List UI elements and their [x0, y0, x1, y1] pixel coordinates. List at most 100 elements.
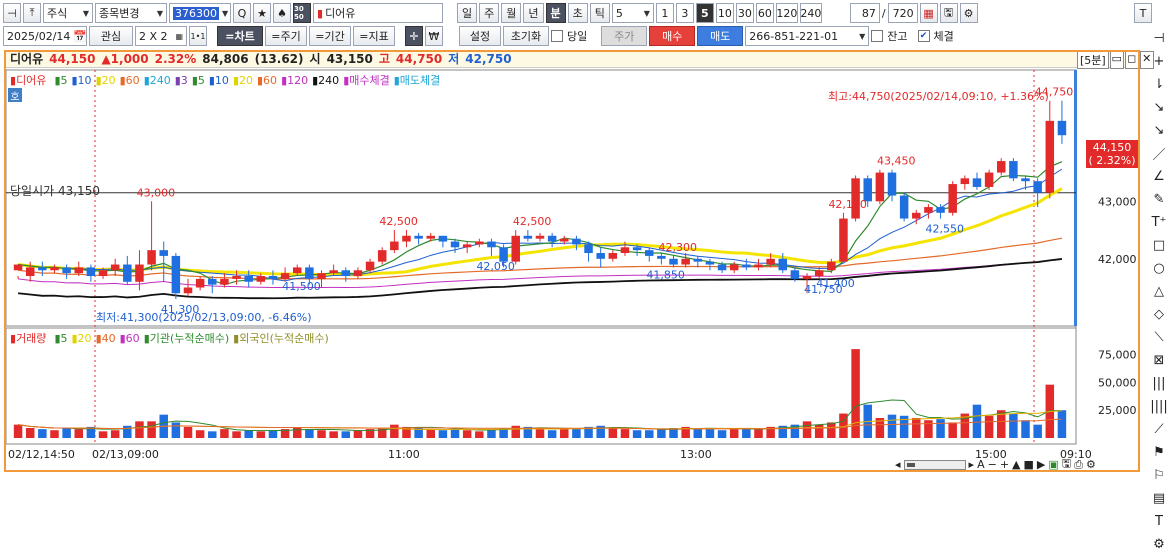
- excel-icon[interactable]: ▣: [1048, 458, 1058, 471]
- zoom-in-icon[interactable]: +: [1000, 458, 1009, 471]
- volume-bar: [827, 422, 836, 438]
- candle: [1021, 178, 1030, 182]
- candle: [280, 273, 290, 279]
- volume-bar: [341, 431, 351, 438]
- scroll-right-icon[interactable]: ▸: [969, 458, 975, 471]
- candle: [560, 238, 569, 242]
- zoom-out-icon[interactable]: −: [988, 458, 997, 471]
- candle: [996, 161, 1006, 173]
- volume-bar: [644, 430, 654, 438]
- volume-axis-label: 75,000: [1098, 349, 1137, 362]
- drawing-tool-8-icon[interactable]: T⁺: [1148, 212, 1170, 233]
- volume-bar: [535, 429, 545, 438]
- drawing-tool-12-icon[interactable]: ◇: [1148, 304, 1170, 325]
- drawing-tool-3-icon[interactable]: ↘: [1148, 97, 1170, 118]
- drawing-tool-11-icon[interactable]: △: [1148, 281, 1170, 302]
- drawing-tool-20-icon[interactable]: ▤: [1148, 488, 1170, 509]
- candle: [936, 207, 945, 213]
- volume-bar: [110, 430, 120, 438]
- drawing-tool-7-icon[interactable]: ✎: [1148, 189, 1170, 210]
- volume-bar: [924, 420, 933, 438]
- drawing-tool-1-icon[interactable]: +: [1148, 51, 1170, 72]
- volume-bar: [608, 428, 618, 438]
- zoom-a-icon[interactable]: A: [977, 458, 985, 471]
- settings-small-icon[interactable]: ⚙: [1086, 458, 1096, 471]
- drawing-tool-10-icon[interactable]: ○: [1148, 258, 1170, 279]
- volume-bar: [135, 421, 144, 438]
- stop-icon[interactable]: ■: [1024, 458, 1034, 471]
- candle: [268, 276, 278, 279]
- candle: [86, 267, 96, 277]
- candle: [754, 264, 763, 268]
- volume-axis-label: 25,000: [1098, 404, 1137, 417]
- drawing-tool-6-icon[interactable]: ∠: [1148, 166, 1170, 187]
- scroll-track[interactable]: [903, 459, 966, 470]
- current-price-tag: 44,150 ( 2.32%): [1086, 140, 1138, 168]
- candle: [608, 253, 618, 259]
- drawing-tool-4-icon[interactable]: ↘: [1148, 120, 1170, 141]
- drawing-tool-9-icon[interactable]: □: [1148, 235, 1170, 256]
- price-axis-label: 42,000: [1098, 253, 1137, 266]
- candle: [827, 261, 836, 271]
- print-icon[interactable]: ⎙: [1074, 458, 1083, 472]
- x-axis-label: 13:00: [680, 448, 712, 461]
- candle: [596, 253, 605, 259]
- candle: [523, 235, 533, 239]
- drawing-tool-2-icon[interactable]: ⇂: [1148, 74, 1170, 95]
- candle: [329, 270, 338, 274]
- volume-bar: [717, 430, 727, 438]
- volume-bar: [50, 430, 59, 438]
- scroll-left-icon[interactable]: ◂: [895, 458, 901, 471]
- volume-bar: [305, 429, 314, 438]
- drawing-tool-5-icon[interactable]: ／: [1148, 143, 1170, 164]
- chart-scrollbar[interactable]: ◂ ▸ A − + ▲ ■ ▶ ▣ 🖫 ⎙ ⚙: [895, 455, 1096, 474]
- drawing-tool-18-icon[interactable]: ⚑: [1148, 442, 1170, 463]
- low-note: 최저:41,300(2025/02/13,09:00, -6.46%): [96, 311, 312, 324]
- candle: [232, 276, 241, 279]
- price-axis-label: 43,000: [1098, 195, 1137, 208]
- peak-label: 43,000: [137, 186, 176, 199]
- drawing-tool-13-icon[interactable]: ⟍: [1148, 327, 1170, 348]
- drawing-tool-22-icon[interactable]: ⚙: [1148, 534, 1170, 555]
- volume-bar: [475, 431, 484, 438]
- candle: [924, 207, 933, 213]
- volume-bar: [742, 428, 751, 438]
- scroll-thumb[interactable]: [906, 462, 915, 467]
- candle: [948, 184, 957, 213]
- trough-label: 41,500: [282, 280, 321, 293]
- volume-bar: [25, 428, 35, 438]
- candle: [802, 276, 812, 279]
- candle: [38, 267, 47, 271]
- volume-bar: [814, 424, 824, 438]
- trough-label: 41,400: [816, 277, 855, 290]
- candle: [50, 267, 59, 271]
- current-price-value: 44,150: [1092, 141, 1132, 154]
- drawing-tool-14-icon[interactable]: ⊠: [1148, 350, 1170, 371]
- candle: [766, 258, 775, 265]
- drawing-tool-17-icon[interactable]: ⟋: [1148, 419, 1170, 440]
- drawing-tool-15-icon[interactable]: |||: [1148, 373, 1170, 394]
- drawing-tool-21-icon[interactable]: T: [1148, 511, 1170, 532]
- candle: [705, 261, 715, 265]
- candle: [742, 264, 751, 268]
- scroll-up-icon[interactable]: ▲: [1012, 458, 1020, 471]
- volume-bar: [450, 429, 460, 438]
- volume-bar: [462, 430, 472, 438]
- save-chart-icon[interactable]: 🖫: [1062, 455, 1071, 474]
- play-icon[interactable]: ▶: [1037, 458, 1045, 471]
- volume-bar: [851, 349, 860, 438]
- volume-bar: [972, 404, 982, 438]
- candle: [414, 235, 423, 239]
- price-volume-chart[interactable]: 43,000 42,000 75,000 50,000 25,000 02/12,14:5…: [0, 0, 1175, 476]
- drawing-tool-0-icon[interactable]: ⊣: [1148, 28, 1170, 49]
- open-price-line-label: 당일시가 43,150: [10, 184, 100, 198]
- candle: [669, 258, 678, 265]
- volume-bar: [329, 431, 338, 438]
- candle: [839, 218, 848, 262]
- candle: [13, 264, 23, 271]
- drawing-tool-16-icon[interactable]: ||||: [1148, 396, 1170, 417]
- candle: [317, 273, 326, 279]
- candle: [25, 267, 35, 277]
- candle: [620, 247, 630, 254]
- volume-bar: [1021, 420, 1030, 438]
